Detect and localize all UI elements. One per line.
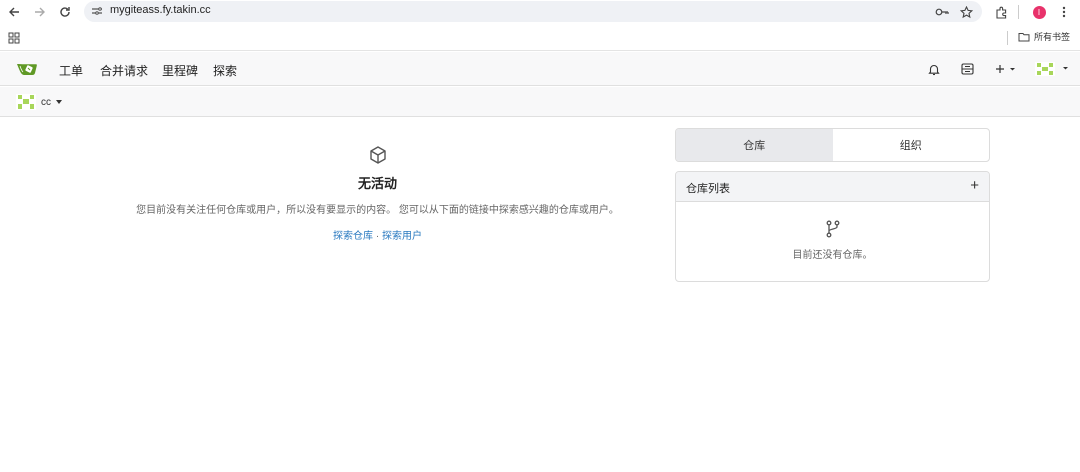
profile-avatar[interactable]: I <box>1030 3 1048 21</box>
reload-icon[interactable] <box>56 3 74 21</box>
repo-fork-icon <box>826 220 839 238</box>
empty-feed-title: 无活动 <box>357 176 397 191</box>
context-switcher-bar: cc <box>0 87 1080 117</box>
bell-icon[interactable] <box>925 60 943 78</box>
repo-list-empty: 目前还没有仓库。 <box>676 202 989 261</box>
create-menu-button[interactable] <box>992 60 1020 78</box>
repo-list-panel: 仓库列表 + 目前还没有仓库。 <box>675 171 990 282</box>
toolbar-divider <box>1018 5 1019 19</box>
forward-icon[interactable] <box>31 3 49 21</box>
bookmarks-bar: 所有书签 <box>0 25 1080 51</box>
link-separator: · <box>375 231 380 242</box>
browser-toolbar: mygiteass.fy.takin.cc I <box>0 0 1080 24</box>
plus-icon <box>996 65 1015 73</box>
folder-icon <box>1018 32 1030 41</box>
user-avatar-icon <box>16 94 36 110</box>
all-bookmarks-label: 所有书签 <box>1034 32 1071 42</box>
all-bookmarks-folder[interactable]: 所有书签 <box>1018 30 1070 43</box>
site-settings-icon[interactable] <box>91 5 103 17</box>
browser-menu-icon[interactable] <box>1055 3 1073 21</box>
password-key-icon[interactable] <box>933 3 951 21</box>
package-icon <box>369 146 386 164</box>
back-icon[interactable] <box>5 3 23 21</box>
context-username: cc <box>41 96 51 108</box>
stopwatch-icon[interactable] <box>958 60 976 78</box>
explore-repos-link[interactable]: 探索仓库 <box>333 231 373 242</box>
dashboard-tabs: 仓库 组织 <box>675 128 990 162</box>
explore-users-link[interactable]: 探索用户 <box>382 231 422 242</box>
gitea-navbar: 工单 合并请求 里程碑 探索 <box>0 52 1080 86</box>
profile-initial: I <box>1032 5 1046 19</box>
empty-feed-description: 您目前没有关注任何仓库或用户，所以没有要显示的内容。 您可以从下面的链接中探索感… <box>136 205 619 216</box>
tab-organizations[interactable]: 组织 <box>833 129 990 161</box>
activity-feed: 无活动 您目前没有关注任何仓库或用户，所以没有要显示的内容。 您可以从下面的链接… <box>80 145 675 242</box>
tab-repositories[interactable]: 仓库 <box>676 129 833 161</box>
gitea-logo-icon[interactable] <box>16 61 38 77</box>
nav-milestones[interactable]: 里程碑 <box>162 62 198 79</box>
explore-links: 探索仓库 · 探索用户 <box>80 227 675 242</box>
no-repos-text: 目前还没有仓库。 <box>792 250 873 261</box>
repo-list-header: 仓库列表 + <box>676 172 989 202</box>
nav-pull-requests[interactable]: 合并请求 <box>100 62 148 79</box>
avatar-icon <box>1035 62 1068 76</box>
bookmarks-divider <box>1007 31 1008 45</box>
repo-list-title: 仓库列表 <box>686 183 730 195</box>
bookmark-star-icon[interactable] <box>957 3 975 21</box>
context-user-switcher[interactable]: cc <box>16 94 62 110</box>
caret-down-icon <box>56 100 62 104</box>
url-text[interactable]: mygiteass.fy.takin.cc <box>110 4 211 16</box>
address-bar[interactable]: mygiteass.fy.takin.cc <box>84 1 982 22</box>
add-repo-button[interactable]: + <box>970 177 979 194</box>
nav-explore[interactable]: 探索 <box>213 62 237 79</box>
user-menu-button[interactable] <box>1034 60 1070 78</box>
extensions-icon[interactable] <box>992 3 1010 21</box>
apps-grid-icon[interactable] <box>8 32 20 44</box>
nav-issues[interactable]: 工单 <box>59 62 83 79</box>
